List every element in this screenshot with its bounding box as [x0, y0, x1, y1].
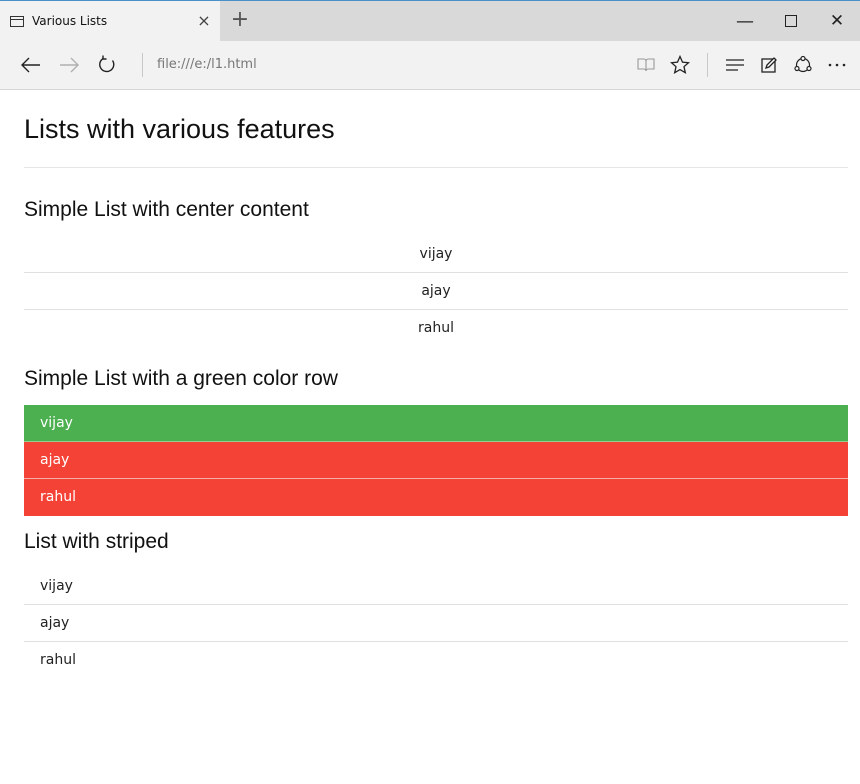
- address-bar[interactable]: [155, 50, 519, 80]
- new-tab-button[interactable]: +: [226, 7, 254, 35]
- hub-icon[interactable]: [718, 48, 752, 82]
- page-title: Lists with various features: [24, 90, 848, 168]
- close-window-button[interactable]: ✕: [814, 1, 860, 41]
- minimize-button[interactable]: —: [722, 1, 768, 41]
- pen-icon[interactable]: [752, 48, 786, 82]
- refresh-icon[interactable]: [88, 46, 126, 84]
- section-title-center: Simple List with center content: [24, 198, 309, 221]
- browser-toolbar: [0, 41, 860, 90]
- tab-bar: Various Lists × + — ✕: [0, 1, 860, 41]
- striped-list: vijay ajay rahul: [24, 568, 848, 679]
- toolbar-separator: [707, 53, 708, 77]
- list-item: vijay: [24, 236, 848, 273]
- page-content: Lists with various features Simple List …: [0, 90, 860, 679]
- toolbar-actions: [629, 41, 854, 89]
- list-item-green: vijay: [24, 405, 848, 442]
- star-icon[interactable]: [663, 48, 697, 82]
- more-icon[interactable]: [820, 48, 854, 82]
- browser-window: Various Lists × + — ✕ file:///e:/l1.html…: [0, 0, 860, 784]
- book-icon[interactable]: [629, 48, 663, 82]
- maximize-button[interactable]: [768, 1, 814, 41]
- section-title-colored: Simple List with a green color row: [24, 367, 338, 390]
- tab-page-icon: [10, 15, 24, 27]
- list-item: rahul: [40, 652, 76, 668]
- list-item: vijay: [24, 568, 848, 605]
- list-item-red: rahul: [24, 479, 848, 516]
- list-item: ajay: [24, 273, 848, 310]
- section-title-striped: List with striped: [24, 530, 169, 553]
- center-list: vijay ajay rahul: [24, 236, 848, 347]
- share-icon[interactable]: [786, 48, 820, 82]
- window-controls: — ✕: [722, 1, 860, 41]
- tab-title: Various Lists: [32, 14, 108, 28]
- tab-close-icon[interactable]: ×: [194, 11, 214, 31]
- list-item: ajay: [24, 605, 848, 642]
- colored-list: vijay ajay rahul: [24, 405, 848, 516]
- tab-various-lists[interactable]: Various Lists ×: [0, 1, 220, 41]
- list-item: rahul: [418, 320, 454, 336]
- address-separator: [142, 53, 143, 77]
- list-item-red: ajay: [24, 442, 848, 479]
- back-arrow-icon[interactable]: [12, 46, 50, 84]
- maximize-icon: [785, 15, 797, 27]
- forward-arrow-icon[interactable]: [50, 46, 88, 84]
